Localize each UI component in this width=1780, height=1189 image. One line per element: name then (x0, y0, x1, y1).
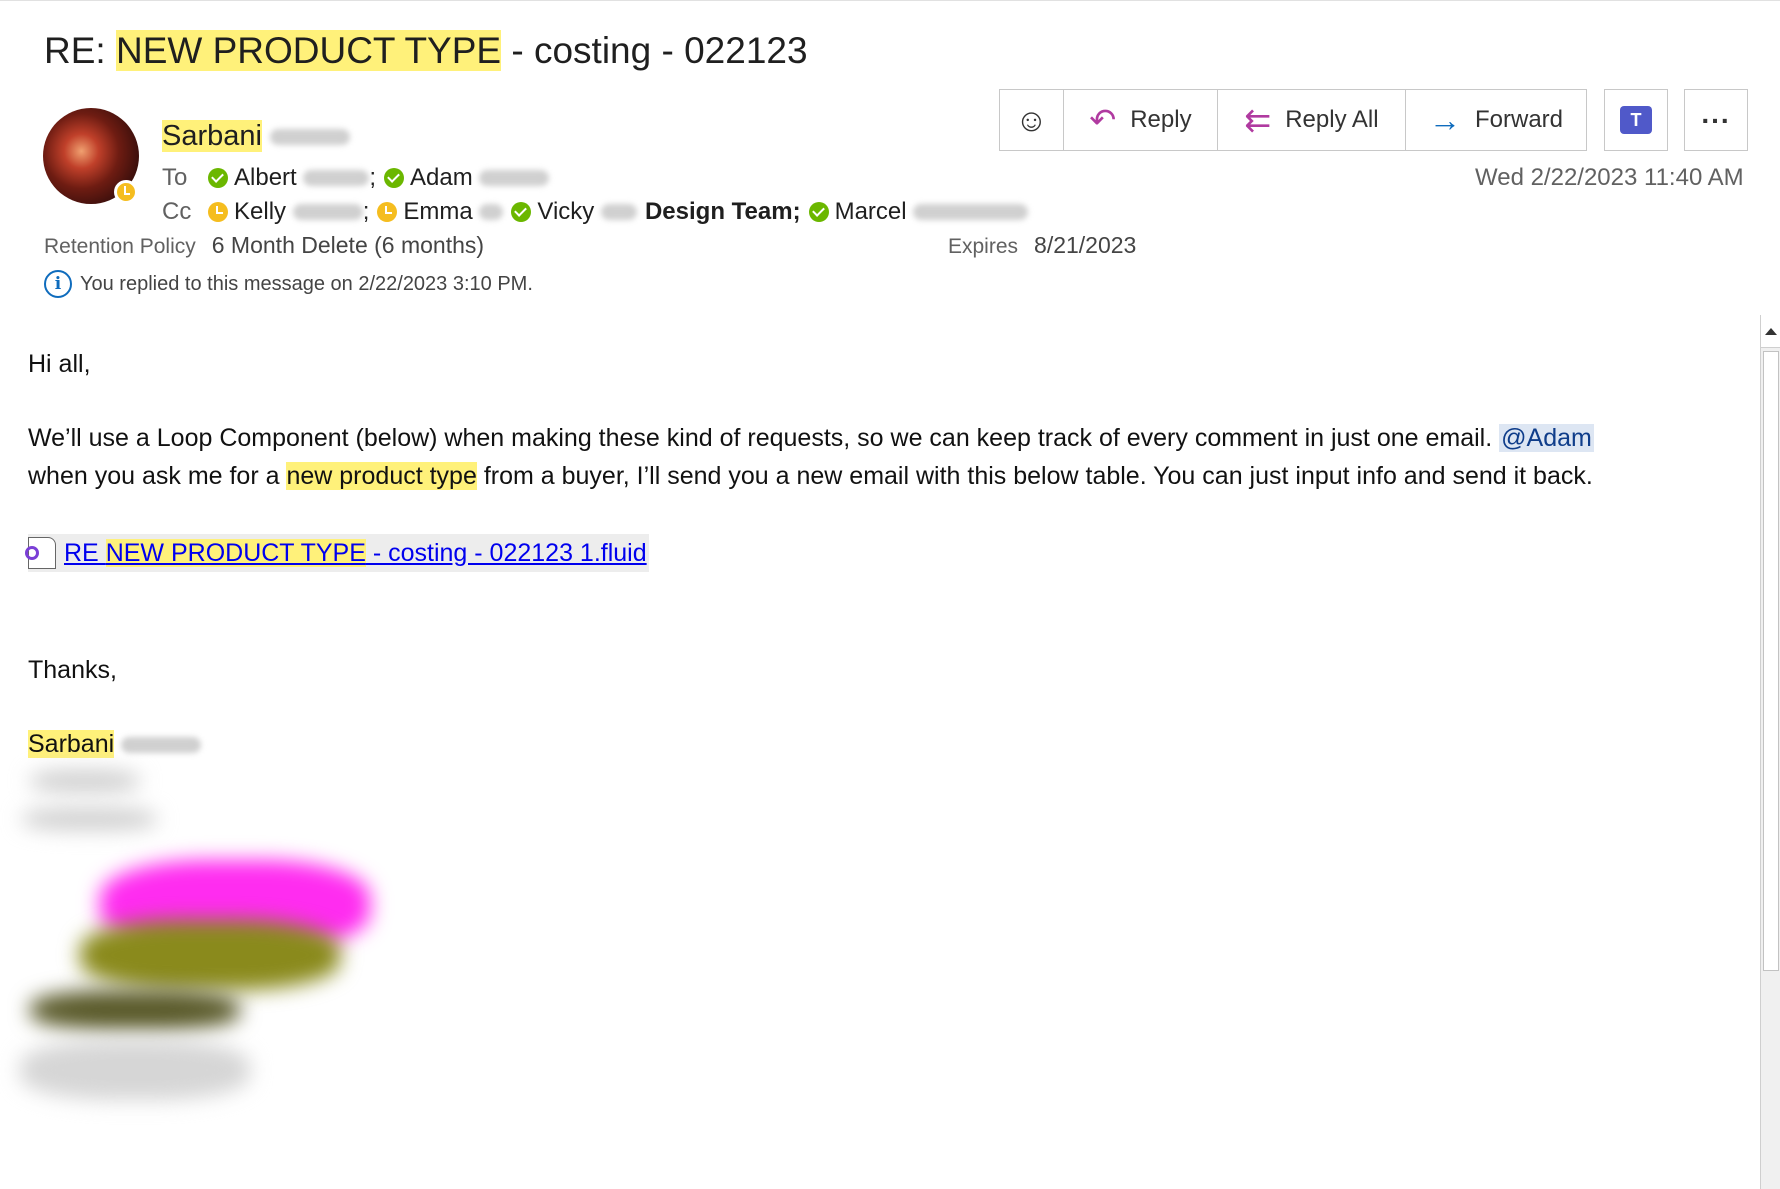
available-status-icon (384, 168, 405, 188)
to-line: To Albert ; Adam (162, 164, 557, 192)
more-actions-button[interactable]: ... (1684, 89, 1748, 151)
subject-prefix: RE: (44, 30, 116, 71)
scroll-up-arrow-icon[interactable] (1761, 315, 1780, 348)
recipient-vicky[interactable]: Vicky (511, 198, 637, 226)
available-status-icon (511, 202, 532, 222)
recipient-name: Kelly (234, 198, 287, 225)
recipient-name: Design Team (644, 198, 793, 225)
sent-date: Wed 2/22/2023 11:40 AM (1475, 164, 1744, 191)
link-text: - costing - 022123 1.fluid (365, 538, 647, 567)
link-highlight: NEW PRODUCT TYPE (105, 538, 366, 567)
to-label: To (162, 164, 188, 191)
recipient-name: Emma (403, 198, 473, 225)
greeting: Hi all, (28, 350, 91, 378)
recipient-name: Adam (410, 164, 473, 191)
smiley-icon: ☺ (1015, 102, 1048, 138)
more-dots-icon: ... (1701, 98, 1731, 129)
loop-file-icon (25, 537, 56, 569)
top-divider (0, 0, 1780, 1)
redacted-surname (479, 170, 550, 186)
forward-arrow-icon: → (1428, 102, 1461, 138)
reply-info-bar: i You replied to this message on 2/22/202… (44, 270, 533, 298)
signature-name: Sarbani (28, 730, 202, 759)
closing-thanks: Thanks, (28, 656, 117, 684)
retention-policy: Retention Policy 6 Month Delete (6 months… (44, 232, 484, 259)
signature-text: Sarbani (28, 730, 115, 758)
reply-info-text: You replied to this message on 2/22/2023… (80, 272, 533, 295)
expires-info: Expires 8/21/2023 (948, 232, 1136, 259)
available-status-icon (808, 202, 829, 222)
subject-highlight: NEW PRODUCT TYPE (115, 30, 502, 71)
teams-button[interactable]: T (1604, 89, 1668, 151)
reply-all-button[interactable]: ⇇ Reply All (1218, 90, 1406, 150)
action-toolbar: ☺ ↶ Reply ⇇ Reply All → Forward (999, 89, 1587, 151)
reply-icon: ↶ (1089, 102, 1117, 138)
redacted-surname (600, 204, 637, 220)
away-status-icon (208, 202, 228, 222)
separator: ; (362, 198, 370, 225)
away-status-icon (114, 180, 138, 204)
cc-line: Cc Kelly ; Emma Vicky Design Team; Marce… (162, 198, 1036, 226)
body-text-run: when you ask me for a (28, 462, 280, 490)
separator: ; (792, 198, 801, 225)
retention-value: 6 Month Delete (6 months) (211, 232, 485, 258)
redacted-signature-line (22, 808, 157, 830)
recipient-emma[interactable]: Emma (377, 198, 504, 226)
redacted-logo-image (80, 920, 340, 990)
forward-button[interactable]: → Forward (1406, 90, 1586, 150)
body-text-run: from a buyer, I’ll send you a new email … (483, 462, 1593, 490)
redacted-surname (292, 204, 363, 220)
reply-button[interactable]: ↶ Reply (1064, 90, 1218, 150)
redacted-logo-image (30, 990, 240, 1030)
expires-label: Expires (948, 235, 1019, 258)
redacted-signature-line (30, 770, 140, 792)
email-subject: RE: NEW PRODUCT TYPE - costing - 022123 (44, 30, 808, 72)
recipient-name: Marcel (834, 198, 907, 225)
info-icon: i (44, 270, 72, 298)
vertical-scrollbar[interactable] (1760, 315, 1780, 1189)
loop-component-link[interactable]: RE NEW PRODUCT TYPE - costing - 022123 1… (64, 538, 647, 568)
recipient-albert[interactable]: Albert ; (208, 164, 376, 192)
recipient-name: Vicky (537, 198, 595, 225)
reply-all-label: Reply All (1285, 106, 1379, 133)
emoji-reaction-button[interactable]: ☺ (1000, 90, 1064, 150)
sender-name[interactable]: Sarbani (162, 120, 351, 153)
recipient-marcel[interactable]: Marcel (808, 198, 1029, 226)
redacted-surname (270, 129, 351, 146)
teams-icon: T (1620, 106, 1652, 134)
subject-suffix: - costing - 022123 (501, 30, 808, 71)
redacted-surname (303, 170, 370, 186)
recipient-kelly[interactable]: Kelly ; (208, 198, 369, 226)
loop-component-attachment[interactable]: RE NEW PRODUCT TYPE - costing - 022123 1… (25, 534, 649, 572)
expires-value: 8/21/2023 (1034, 232, 1137, 258)
body-paragraph-line-2: when you ask me for a new product type f… (28, 462, 1593, 491)
recipient-name: Albert (234, 164, 297, 191)
mention-adam[interactable]: @Adam (1499, 424, 1594, 452)
reply-label: Reply (1130, 106, 1192, 133)
link-text: RE (64, 538, 106, 567)
away-status-icon (377, 202, 398, 222)
highlighted-text: new product type (286, 462, 477, 490)
recipient-adam[interactable]: Adam (384, 164, 550, 192)
reply-all-icon: ⇇ (1244, 102, 1272, 138)
redacted-surname (913, 204, 1029, 220)
redacted-logo-image (20, 1040, 250, 1100)
forward-label: Forward (1474, 106, 1564, 133)
available-status-icon (208, 168, 228, 188)
body-text-run: We’ll use a Loop Component (below) when … (28, 424, 1493, 452)
redacted-surname (479, 204, 504, 220)
retention-label: Retention Policy (44, 235, 196, 258)
recipient-design-team[interactable]: Design Team; (645, 198, 801, 226)
scroll-thumb[interactable] (1763, 351, 1779, 971)
body-paragraph-line-1: We’ll use a Loop Component (below) when … (28, 424, 1594, 453)
cc-label: Cc (162, 198, 192, 225)
sender-name-text: Sarbani (162, 120, 262, 152)
redacted-signature (121, 737, 202, 754)
